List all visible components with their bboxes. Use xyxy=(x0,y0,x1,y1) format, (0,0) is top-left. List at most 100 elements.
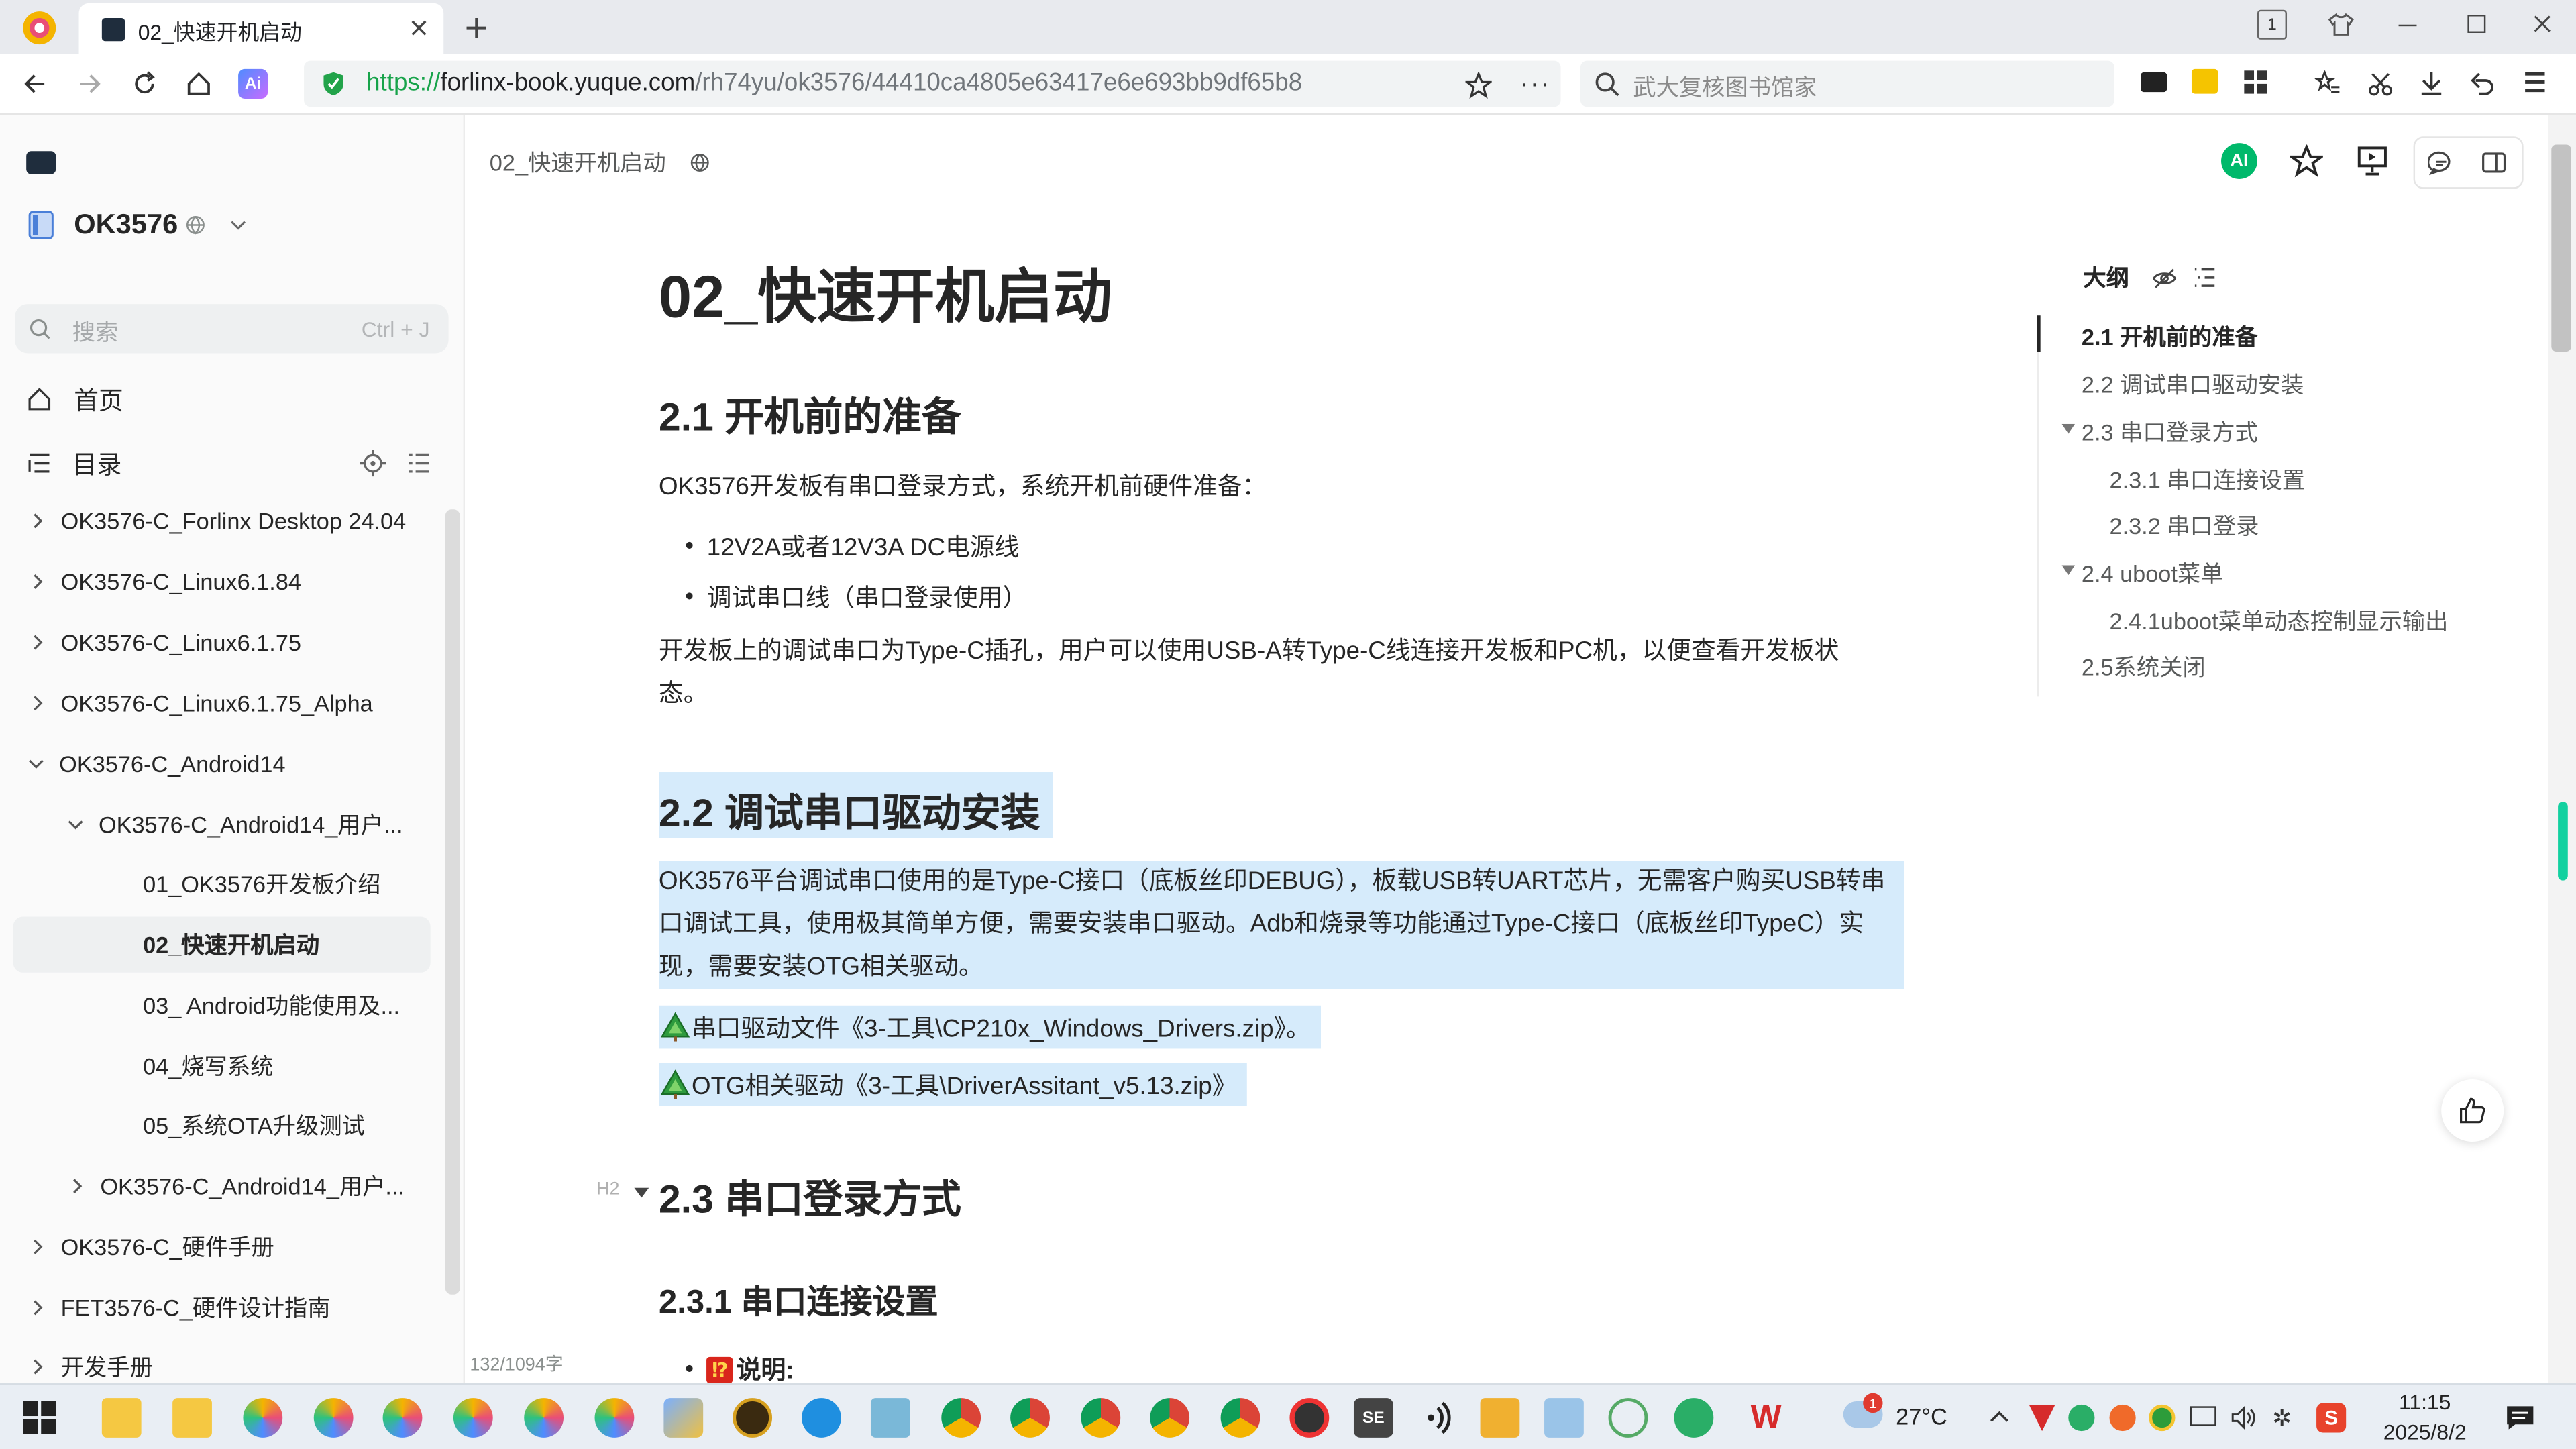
folder-icon[interactable] xyxy=(172,1398,212,1438)
hide-eye-icon[interactable] xyxy=(2151,264,2177,290)
page-badge[interactable]: 1 xyxy=(2257,9,2288,40)
chevron-right-icon[interactable] xyxy=(28,572,48,591)
browser-app-icon[interactable] xyxy=(313,1398,354,1438)
chevron-right-icon[interactable] xyxy=(28,1298,48,1318)
address-bar[interactable]: https://forlinx-book.yuque.com/rh74yu/ok… xyxy=(304,60,1561,107)
browser-app-icon[interactable] xyxy=(382,1398,423,1438)
mfc-app-icon[interactable] xyxy=(1480,1398,1520,1438)
chevron-down-icon[interactable] xyxy=(66,815,85,835)
shirt-icon[interactable] xyxy=(2326,10,2356,40)
page-scrollbar-thumb[interactable] xyxy=(2551,144,2571,352)
toc-item[interactable]: 2.3 串口登录方式 xyxy=(2082,416,2258,449)
chevron-right-icon[interactable] xyxy=(28,633,48,652)
volume-icon[interactable] xyxy=(2228,1403,2257,1432)
restore-icon[interactable] xyxy=(2467,15,2486,33)
yuque-logo-icon[interactable] xyxy=(26,151,56,174)
bookmark-star-icon[interactable] xyxy=(1464,70,1493,100)
sidebar-toggle-icon[interactable] xyxy=(2479,148,2509,177)
edge-icon[interactable] xyxy=(802,1398,841,1438)
start-windows-icon[interactable] xyxy=(23,1401,56,1434)
clock[interactable]: 11:15 2025/8/2 xyxy=(2375,1388,2474,1447)
browser-app-icon[interactable] xyxy=(453,1398,493,1438)
ue-editor-icon[interactable] xyxy=(733,1398,773,1438)
apps-grid-icon[interactable] xyxy=(2244,70,2267,94)
tree-item-quick-start[interactable]: 02_快速开机启动 xyxy=(13,916,431,973)
like-button[interactable] xyxy=(2441,1079,2504,1142)
sidebar-catalog[interactable]: 目录 xyxy=(26,447,121,480)
locate-icon[interactable] xyxy=(358,449,388,478)
toc-item[interactable]: 2.3.2 串口登录 xyxy=(2110,509,2259,542)
page-scrollbar-track[interactable] xyxy=(2548,115,2576,1384)
sidebar-search-input[interactable]: 搜索 Ctrl + J xyxy=(15,304,449,354)
browser-app-icon[interactable] xyxy=(594,1398,635,1438)
tab-active[interactable]: 02_快速开机启动 xyxy=(78,3,444,54)
favorite-star-icon[interactable] xyxy=(2288,143,2324,179)
tree-item-flash-system[interactable]: 04_烧写系统 xyxy=(13,1038,431,1094)
toc-item[interactable]: 2.3.1 串口连接设置 xyxy=(2110,464,2306,496)
tree-item-forlinx-desktop[interactable]: OK3576-C_Forlinx Desktop 24.04 xyxy=(13,493,431,549)
tree-item-linux6175[interactable]: OK3576-C_Linux6.1.75 xyxy=(13,614,431,670)
tree-item-ota-test[interactable]: 05_系统OTA升级测试 xyxy=(13,1097,431,1153)
heading-level-marker[interactable]: H2 xyxy=(596,1179,619,1199)
se-app-icon[interactable]: SE xyxy=(1353,1398,1393,1438)
close-icon[interactable] xyxy=(407,16,430,39)
shield-icon[interactable] xyxy=(321,70,347,97)
tray-app-icon[interactable] xyxy=(2149,1404,2176,1432)
network-app-icon[interactable] xyxy=(1608,1398,1648,1438)
wechat-icon[interactable] xyxy=(1674,1398,1714,1438)
browser-app-icon[interactable] xyxy=(524,1398,564,1438)
collapse-list-icon[interactable] xyxy=(406,450,432,476)
new-tab-icon[interactable] xyxy=(460,13,493,43)
tree-item-linux6175-alpha[interactable]: OK3576-C_Linux6.1.75_Alpha xyxy=(13,676,431,731)
weather-temp[interactable]: 27°C xyxy=(1896,1403,1947,1429)
download-icon[interactable] xyxy=(2416,69,2446,99)
ai-button[interactable]: AI xyxy=(2221,143,2257,179)
tray-app-icon[interactable] xyxy=(2029,1404,2055,1432)
extension-icon[interactable] xyxy=(2191,68,2218,94)
toc-item[interactable]: 2.2 调试串口驱动安装 xyxy=(2082,368,2304,401)
chevron-right-icon[interactable] xyxy=(28,693,48,712)
window-close-icon[interactable] xyxy=(2532,13,2551,33)
display-icon[interactable] xyxy=(2190,1406,2216,1426)
chevron-down-icon[interactable] xyxy=(26,754,46,773)
tree-item-android14-user-2[interactable]: OK3576-C_Android14_用户... xyxy=(13,1159,431,1214)
input-method-icon[interactable]: ✲ xyxy=(2267,1403,2297,1432)
toc-item[interactable]: 2.1 开机前的准备 xyxy=(2082,321,2258,354)
chrome-icon[interactable] xyxy=(1010,1398,1050,1438)
comment-icon[interactable] xyxy=(2426,148,2456,177)
chevron-right-icon[interactable] xyxy=(28,511,48,531)
collapse-caret-icon[interactable] xyxy=(633,1185,649,1201)
minimize-icon[interactable] xyxy=(2398,24,2417,27)
tree-item-board-intro[interactable]: 01_OK3576开发板介绍 xyxy=(13,856,431,912)
reader-mode-icon[interactable] xyxy=(2141,72,2167,93)
toc-caret-icon[interactable] xyxy=(2060,564,2075,577)
file-explorer-icon[interactable] xyxy=(101,1398,142,1438)
tree-item-android14-user-1[interactable]: OK3576-C_Android14_用户... xyxy=(13,797,431,853)
sidebar-scrollbar[interactable] xyxy=(445,509,460,1295)
chevron-up-icon[interactable] xyxy=(1988,1405,2010,1428)
undo-icon[interactable] xyxy=(2467,69,2497,99)
tree-item-android14[interactable]: OK3576-C_Android14 xyxy=(13,736,431,792)
chevron-right-icon[interactable] xyxy=(28,1357,48,1377)
toc-item[interactable]: 2.5系统关闭 xyxy=(2082,651,2206,684)
recorder-icon[interactable] xyxy=(1289,1398,1330,1438)
chrome-icon[interactable] xyxy=(1081,1398,1121,1438)
tree-item-linux6184[interactable]: OK3576-C_Linux6.1.84 xyxy=(13,553,431,609)
present-icon[interactable] xyxy=(2354,143,2390,179)
toc-item[interactable]: 2.4 uboot菜单 xyxy=(2082,557,2224,590)
scissors-icon[interactable] xyxy=(2366,69,2396,99)
search-bar[interactable]: 武大复核图书馆家 xyxy=(1580,60,2114,107)
more-icon[interactable]: ··· xyxy=(1519,70,1550,100)
sidebar-home[interactable]: 首页 xyxy=(26,383,123,416)
book-app-icon[interactable] xyxy=(870,1398,910,1438)
sogou-ime-icon[interactable]: S xyxy=(2316,1403,2347,1433)
remote-app-icon[interactable] xyxy=(1544,1398,1584,1438)
tray-app-icon[interactable] xyxy=(2109,1404,2136,1432)
outline-list-icon[interactable] xyxy=(2192,264,2218,290)
favorites-icon[interactable] xyxy=(2313,69,2343,99)
chrome-icon[interactable] xyxy=(1150,1398,1190,1438)
forward-icon[interactable] xyxy=(76,69,105,99)
pen-app-icon[interactable] xyxy=(663,1398,704,1438)
chevron-right-icon[interactable] xyxy=(28,1237,48,1256)
browser-logo-icon[interactable] xyxy=(19,8,59,48)
